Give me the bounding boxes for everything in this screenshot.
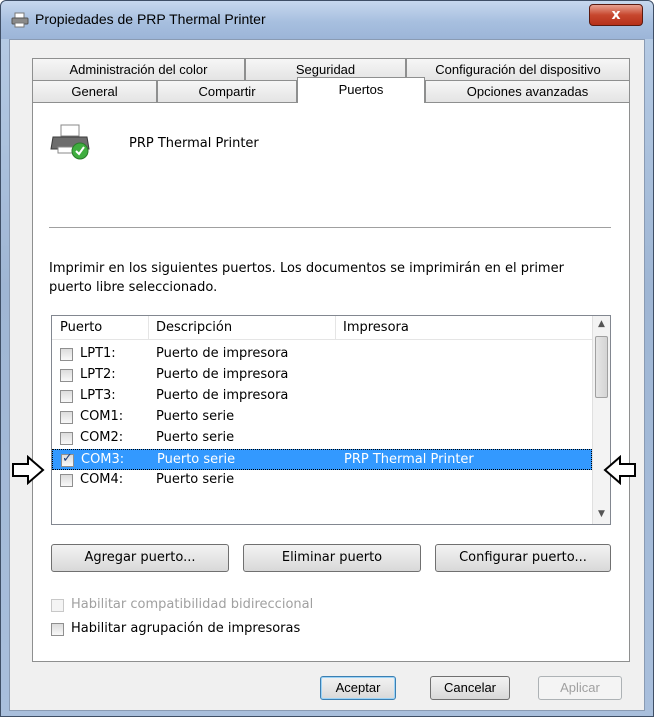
port-checkbox-checked[interactable] xyxy=(61,451,74,467)
checkbox-box[interactable] xyxy=(51,623,64,636)
checkbox-box[interactable] xyxy=(51,599,64,612)
table-row[interactable]: COM4: Puerto serie xyxy=(52,470,592,491)
ok-button[interactable]: Aceptar xyxy=(320,676,396,700)
port-checkbox[interactable] xyxy=(60,411,73,424)
tab-puertos[interactable]: Puertos xyxy=(297,77,425,103)
port-description: Puerto serie xyxy=(156,430,235,445)
ports-list-header: Puerto Descripción Impresora xyxy=(52,316,592,340)
port-name: LPT3: xyxy=(80,388,116,403)
port-checkbox[interactable] xyxy=(60,432,73,445)
tab-general[interactable]: General xyxy=(32,80,157,103)
add-port-button[interactable]: Agregar puerto... xyxy=(51,544,229,572)
port-checkbox[interactable] xyxy=(60,348,73,361)
bidirectional-support-checkbox[interactable]: Habilitar compatibilidad bidireccional xyxy=(51,597,371,615)
port-name: COM1: xyxy=(80,409,124,424)
tabs-row-bottom: General Compartir Puertos Opciones avanz… xyxy=(32,77,630,103)
column-divider[interactable] xyxy=(148,316,149,340)
right-arrow-icon xyxy=(11,454,45,486)
port-checkbox[interactable] xyxy=(60,369,73,382)
table-row[interactable]: COM1: Puerto serie xyxy=(52,407,592,428)
printer-pooling-checkbox[interactable]: Habilitar agrupación de impresoras xyxy=(51,621,371,639)
close-button[interactable]: x xyxy=(589,4,643,26)
port-description: Puerto de impresora xyxy=(156,346,289,361)
table-row[interactable]: LPT1: Puerto de impresora xyxy=(52,344,592,365)
port-name: COM3: xyxy=(81,452,125,467)
scroll-thumb[interactable] xyxy=(595,336,608,398)
port-name: COM2: xyxy=(80,430,124,445)
configure-port-button[interactable]: Configurar puerto... xyxy=(435,544,611,572)
ports-list[interactable]: Puerto Descripción Impresora LPT1: Puert… xyxy=(51,315,611,525)
column-header-puerto[interactable]: Puerto xyxy=(60,320,102,335)
column-divider[interactable] xyxy=(335,316,336,340)
port-description: Puerto serie xyxy=(156,472,235,487)
column-header-descripcion[interactable]: Descripción xyxy=(156,320,232,335)
port-checkbox[interactable] xyxy=(60,390,73,403)
port-name: COM4: xyxy=(80,472,124,487)
apply-button[interactable]: Aplicar xyxy=(538,676,622,700)
port-description: Puerto serie xyxy=(157,452,236,467)
tab-compartir[interactable]: Compartir xyxy=(157,80,297,103)
printer-name: PRP Thermal Printer xyxy=(129,136,259,151)
list-scrollbar[interactable]: ▲ ▼ xyxy=(592,316,610,524)
port-printer: PRP Thermal Printer xyxy=(344,452,474,467)
printer-ready-icon xyxy=(50,123,92,161)
port-description: Puerto de impresora xyxy=(156,388,289,403)
table-row[interactable]: LPT2: Puerto de impresora xyxy=(52,365,592,386)
table-row[interactable]: COM2: Puerto serie xyxy=(52,428,592,449)
printer-icon xyxy=(11,12,29,28)
port-checkbox[interactable] xyxy=(60,474,73,487)
title-bar[interactable]: Propiedades de PRP Thermal Printer x xyxy=(1,1,653,39)
tab-administracion-color[interactable]: Administración del color xyxy=(32,58,245,81)
window-title: Propiedades de PRP Thermal Printer xyxy=(35,11,266,27)
tab-opciones-avanzadas[interactable]: Opciones avanzadas xyxy=(425,80,630,103)
port-description: Puerto serie xyxy=(156,409,235,424)
checkbox-label: Habilitar compatibilidad bidireccional xyxy=(71,597,314,612)
tab-configuracion-dispositivo[interactable]: Configuración del dispositivo xyxy=(406,58,630,81)
cancel-button[interactable]: Cancelar xyxy=(430,676,510,700)
properties-window: Propiedades de PRP Thermal Printer x Adm… xyxy=(0,0,654,717)
port-name: LPT1: xyxy=(80,346,116,361)
port-name: LPT2: xyxy=(80,367,116,382)
remove-port-button[interactable]: Eliminar puerto xyxy=(243,544,421,572)
ports-description: Imprimir en los siguientes puertos. Los … xyxy=(49,261,564,295)
checkbox-label: Habilitar agrupación de impresoras xyxy=(71,621,301,636)
separator xyxy=(49,227,611,228)
ports-tab-panel: PRP Thermal Printer Imprimir en los sigu… xyxy=(12,102,636,662)
scroll-down-icon[interactable]: ▼ xyxy=(593,506,610,523)
scroll-up-icon[interactable]: ▲ xyxy=(593,316,610,333)
left-arrow-icon xyxy=(603,454,637,486)
table-row[interactable]: LPT3: Puerto de impresora xyxy=(52,386,592,407)
dialog-body: Administración del color Seguridad Confi… xyxy=(9,39,645,711)
column-header-impresora[interactable]: Impresora xyxy=(343,320,409,335)
port-description: Puerto de impresora xyxy=(156,367,289,382)
table-row-selected[interactable]: COM3: Puerto serie PRP Thermal Printer xyxy=(52,449,592,470)
